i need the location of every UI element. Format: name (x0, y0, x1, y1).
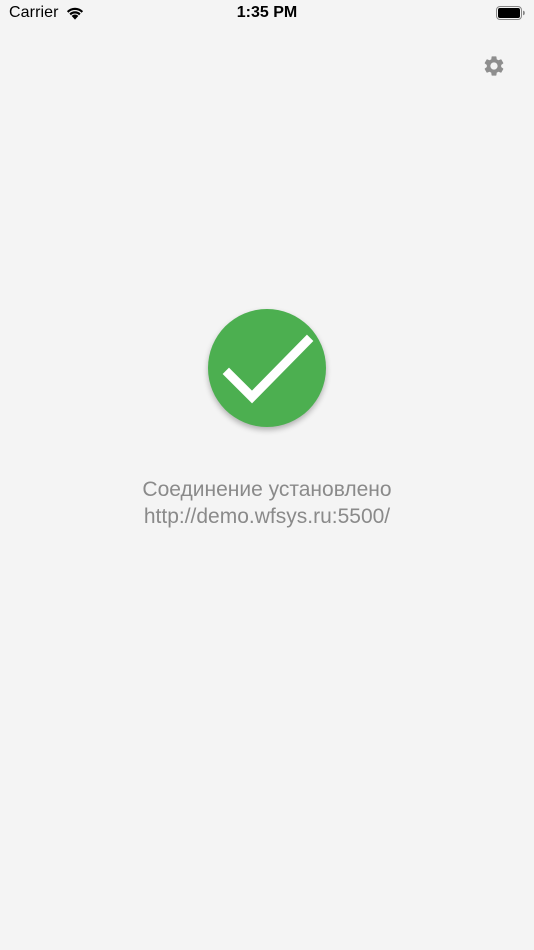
connection-status-indicator (208, 309, 326, 427)
connection-url-text: http://demo.wfsys.ru:5500/ (143, 505, 391, 528)
settings-button[interactable] (478, 50, 510, 82)
checkmark-circle-icon (222, 334, 314, 404)
battery-icon (496, 6, 525, 20)
connection-message: Соединение установлено http://demo.wfsys… (0, 476, 534, 530)
status-time: 1:35 PM (236, 4, 298, 21)
connection-status-text: Соединение установлено (142, 478, 392, 501)
status-bar: Carrier 1:35 PM (0, 0, 534, 28)
gear-icon (484, 56, 504, 76)
